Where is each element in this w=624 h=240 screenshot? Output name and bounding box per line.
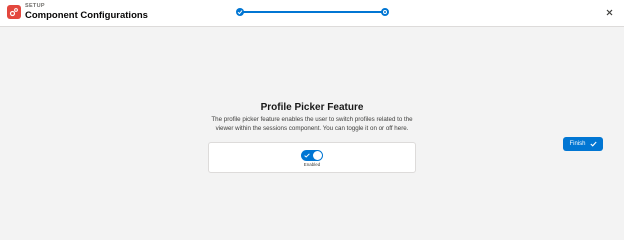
close-button[interactable]: [604, 7, 615, 18]
progress-step-complete[interactable]: [236, 8, 244, 16]
toggle-knob: [313, 151, 322, 160]
finish-button-label: Finish: [569, 141, 586, 147]
feature-description: The profile picker feature enables the u…: [211, 116, 413, 132]
profile-picker-toggle[interactable]: [301, 150, 323, 161]
page-header: SETUP Component Configurations: [0, 0, 624, 27]
check-icon: [304, 153, 310, 158]
toggle-status-label: Enabled: [303, 162, 321, 167]
close-icon: [606, 9, 613, 16]
finish-button[interactable]: Finish: [563, 137, 603, 151]
page-title: Component Configurations: [25, 10, 148, 21]
header-eyebrow: SETUP: [25, 3, 45, 9]
progress-step-current[interactable]: [381, 8, 389, 16]
toggle-card: Enabled: [208, 142, 416, 173]
setup-gear-icon: [7, 5, 21, 19]
feature-title: Profile Picker Feature: [260, 102, 364, 113]
check-icon: [589, 141, 597, 147]
progress-bar: [240, 11, 385, 13]
check-icon: [237, 10, 243, 15]
